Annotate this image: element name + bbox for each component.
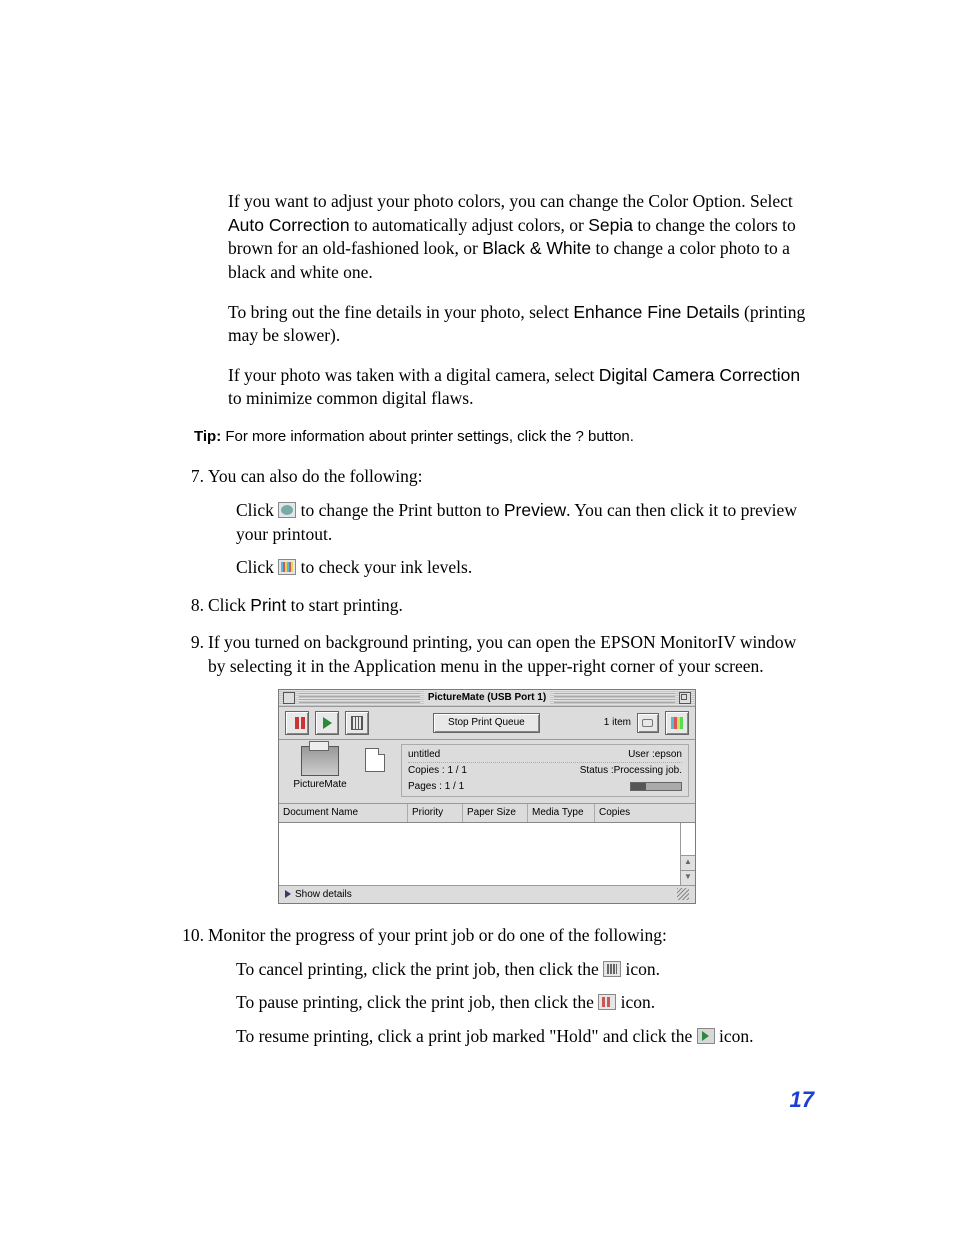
ink-levels-button[interactable]: [665, 711, 689, 735]
job-info-grid: untitled User :epson Copies : 1 / 1 Stat…: [401, 744, 689, 798]
col-paper-size[interactable]: Paper Size: [463, 804, 528, 822]
play-icon: [697, 1028, 715, 1044]
resume-button[interactable]: [315, 711, 339, 735]
printer-cell: PictureMate: [285, 744, 355, 798]
pause-button[interactable]: [285, 711, 309, 735]
step-8: 8. Click Print to start printing.: [180, 594, 814, 618]
step-10-cancel: To cancel printing, click the print job,…: [236, 958, 814, 982]
queue-table-header: Document Name Priority Paper Size Media …: [279, 804, 695, 823]
resize-handle-icon[interactable]: [677, 888, 689, 900]
job-copies: Copies : 1 / 1: [408, 764, 467, 778]
step-10-resume: To resume printing, click a print job ma…: [236, 1025, 814, 1049]
step-7: 7. You can also do the following: Click …: [180, 465, 814, 580]
col-priority[interactable]: Priority: [408, 804, 463, 822]
spooler-button[interactable]: [637, 713, 659, 733]
delete-button[interactable]: [345, 711, 369, 735]
scroll-down-button[interactable]: ▼: [681, 870, 695, 885]
step-7-ink: Click to check your ink levels.: [236, 556, 814, 580]
step-7-preview: Click to change the Print button to Prev…: [236, 499, 814, 546]
tip-note: Tip: For more information about printer …: [194, 427, 814, 447]
queue-list[interactable]: ▲ ▼: [279, 823, 695, 885]
step-10: 10. Monitor the progress of your print j…: [180, 924, 814, 1049]
pause-icon: [598, 994, 616, 1010]
job-status: Processing job.: [614, 765, 682, 776]
paragraph-color-option: If you want to adjust your photo colors,…: [228, 190, 814, 285]
disclosure-triangle-icon[interactable]: [285, 890, 291, 898]
ink-levels-icon: [278, 559, 296, 575]
document-page: If you want to adjust your photo colors,…: [0, 0, 954, 1235]
job-info-row: PictureMate untitled User :epson Copies …: [279, 740, 695, 805]
paragraph-enhance-details: To bring out the fine details in your ph…: [228, 301, 814, 348]
window-title: PictureMate (USB Port 1): [424, 691, 550, 705]
close-button[interactable]: [283, 692, 295, 704]
window-titlebar: PictureMate (USB Port 1): [279, 690, 695, 707]
window-footer: Show details: [279, 885, 695, 904]
col-document-name[interactable]: Document Name: [279, 804, 408, 822]
job-document-name: untitled: [408, 748, 440, 762]
step-10-pause: To pause printing, click the print job, …: [236, 991, 814, 1015]
paragraph-digital-camera: If your photo was taken with a digital c…: [228, 364, 814, 411]
page-number: 17: [790, 1085, 814, 1115]
printer-icon: [301, 746, 339, 776]
printer-label: PictureMate: [285, 778, 355, 792]
job-pages: Pages : 1 / 1: [408, 780, 464, 794]
preview-icon: [278, 502, 296, 518]
col-copies[interactable]: Copies: [595, 804, 695, 822]
trash-icon: [603, 961, 621, 977]
show-details-label[interactable]: Show details: [295, 888, 352, 902]
progress-bar: [630, 782, 682, 791]
zoom-button[interactable]: [679, 692, 691, 704]
col-media-type[interactable]: Media Type: [528, 804, 595, 822]
stop-print-queue-button[interactable]: Stop Print Queue: [433, 713, 540, 733]
scroll-up-button[interactable]: ▲: [681, 855, 695, 870]
item-count: 1 item: [604, 716, 631, 730]
monitor-window: PictureMate (USB Port 1) Stop Print Queu…: [278, 689, 696, 905]
step-9: 9. If you turned on background printing,…: [180, 631, 814, 904]
toolbar: Stop Print Queue 1 item: [279, 707, 695, 740]
document-icon: [365, 748, 385, 772]
steps-list: 7. You can also do the following: Click …: [180, 465, 814, 1048]
tip-label: Tip:: [194, 428, 221, 445]
